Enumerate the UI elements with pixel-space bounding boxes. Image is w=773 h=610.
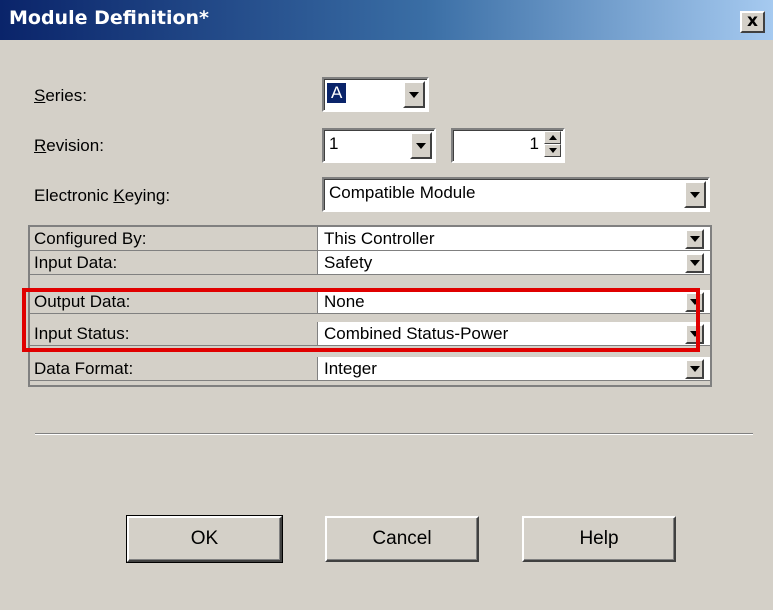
- chevron-down-icon: [689, 331, 700, 337]
- spin-down-icon: [549, 148, 557, 153]
- series-label: Series:: [34, 86, 87, 105]
- grid-row-input-status: Input Status: Combined Status-Power: [30, 322, 710, 346]
- grid-key: Output Data:: [30, 290, 318, 313]
- chevron-down-icon: [689, 366, 700, 372]
- title-bar: Module Definition* x: [0, 0, 773, 40]
- chevron-down-icon: [690, 191, 700, 198]
- chevron-down-icon: [689, 260, 700, 266]
- revision-label: Revision:: [34, 136, 104, 155]
- grid-row-data-format: Data Format: Integer: [30, 357, 710, 381]
- grid-dropdown-button[interactable]: [685, 324, 704, 344]
- module-properties-grid: Configured By: This Controller Input Dat…: [28, 225, 712, 387]
- chevron-down-icon: [689, 236, 700, 242]
- grid-value-select[interactable]: Combined Status-Power: [318, 322, 710, 345]
- grid-value-select[interactable]: None: [318, 290, 710, 313]
- close-icon: x: [747, 11, 758, 31]
- chevron-down-icon: [409, 91, 419, 98]
- series-select[interactable]: A: [322, 77, 429, 112]
- chevron-down-icon: [416, 142, 426, 149]
- window-title: Module Definition*: [9, 7, 209, 29]
- spin-down-button[interactable]: [544, 144, 561, 157]
- grid-dropdown-button[interactable]: [685, 292, 704, 312]
- grid-value-select[interactable]: Integer: [318, 357, 710, 380]
- grid-dropdown-button[interactable]: [685, 229, 704, 249]
- grid-dropdown-button[interactable]: [685, 359, 704, 379]
- series-dropdown-button[interactable]: [403, 81, 425, 108]
- close-button[interactable]: x: [740, 11, 765, 33]
- grid-key: Configured By:: [30, 227, 318, 250]
- revision-minor-value: 1: [529, 134, 539, 153]
- grid-key: Input Data:: [30, 251, 318, 274]
- series-value: A: [327, 83, 347, 103]
- revision-major-select[interactable]: 1: [322, 128, 436, 163]
- separator: [35, 433, 753, 435]
- grid-key: Data Format:: [30, 357, 318, 380]
- revision-major-dropdown-button[interactable]: [410, 132, 432, 159]
- revision-major-value: 1: [329, 134, 339, 153]
- cancel-button[interactable]: Cancel: [325, 516, 479, 562]
- revision-minor-spinner[interactable]: 1: [451, 128, 565, 163]
- grid-value-select[interactable]: Safety: [318, 251, 710, 274]
- grid-row-configured-by: Configured By: This Controller: [30, 227, 710, 251]
- keying-label: Electronic Keying:: [34, 186, 171, 205]
- spin-up-icon: [549, 135, 557, 140]
- grid-row-output-data: Output Data: None: [30, 290, 710, 314]
- help-button[interactable]: Help: [522, 516, 676, 562]
- keying-select[interactable]: Compatible Module: [322, 177, 710, 212]
- grid-value-select[interactable]: This Controller: [318, 227, 710, 250]
- keying-value: Compatible Module: [329, 183, 476, 202]
- grid-key: Input Status:: [30, 322, 318, 345]
- chevron-down-icon: [689, 299, 700, 305]
- keying-dropdown-button[interactable]: [684, 181, 706, 208]
- grid-row-input-data: Input Data: Safety: [30, 251, 710, 275]
- grid-dropdown-button[interactable]: [685, 253, 704, 273]
- spin-up-button[interactable]: [544, 131, 561, 144]
- ok-button[interactable]: OK: [126, 515, 283, 563]
